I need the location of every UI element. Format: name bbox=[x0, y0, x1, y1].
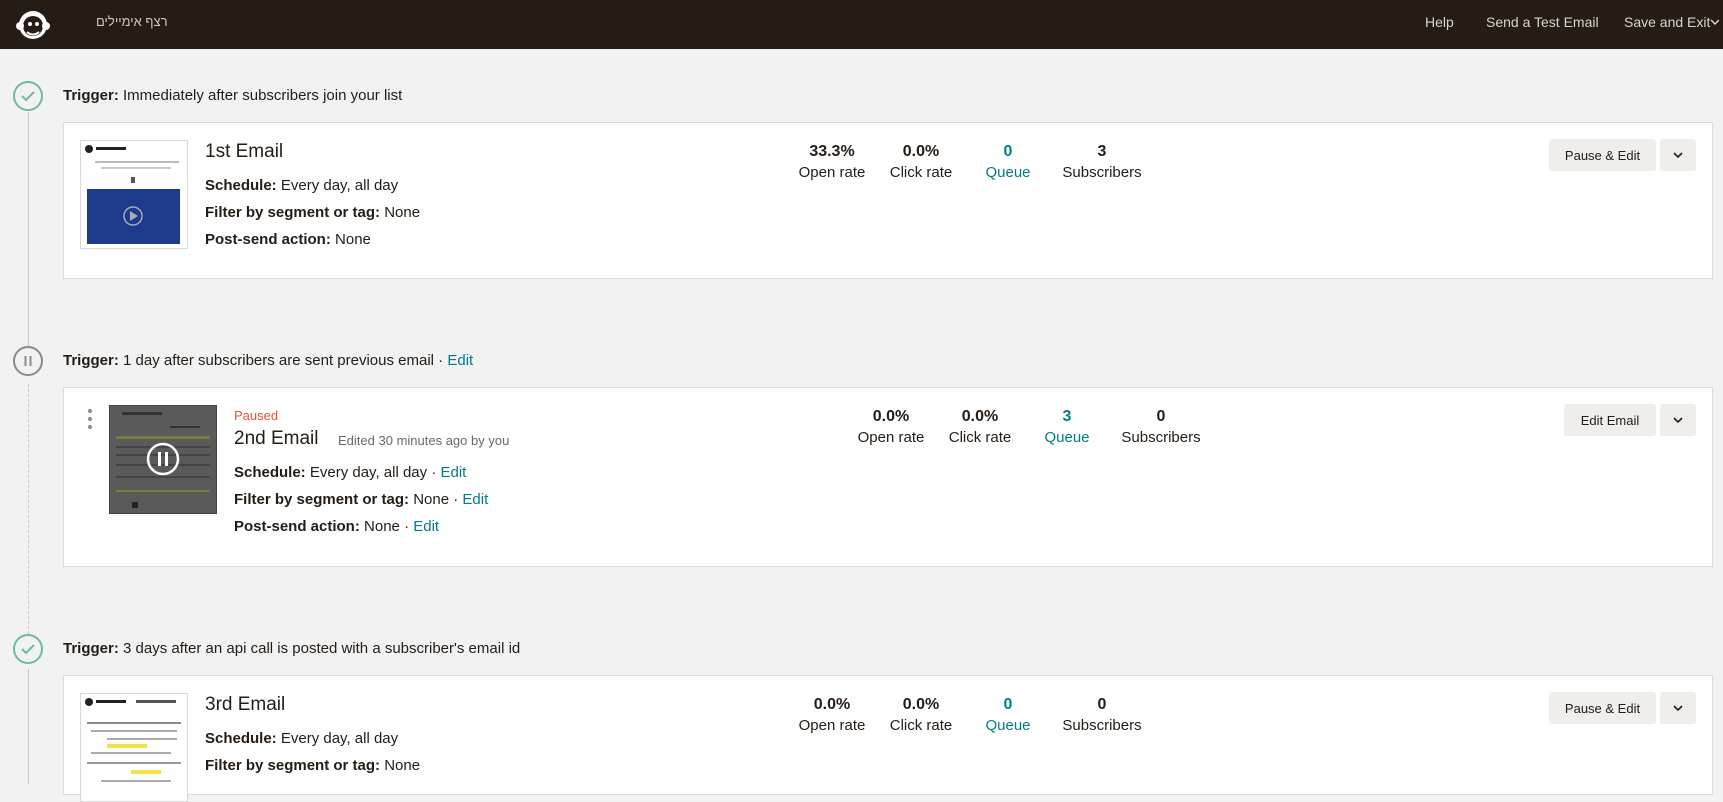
drag-handle-icon[interactable] bbox=[87, 408, 93, 432]
email-card-2: Paused 2nd Email Edited 30 minutes ago b… bbox=[63, 387, 1713, 567]
edited-time: 30 minutes ago bbox=[378, 433, 468, 448]
trigger-label: Trigger: bbox=[63, 87, 119, 104]
pause-edit-button[interactable]: Pause & Edit bbox=[1549, 139, 1656, 171]
trigger-1: Trigger: Immediately after subscribers j… bbox=[63, 87, 402, 104]
save-and-exit-link[interactable]: Save and Exit bbox=[1624, 14, 1710, 30]
post-send-value: None bbox=[364, 518, 400, 535]
stat-value: 0 bbox=[1097, 696, 1107, 713]
actions-dropdown-button[interactable] bbox=[1660, 404, 1696, 436]
edit-schedule-link[interactable]: Edit bbox=[440, 464, 466, 481]
edited-suffix: by you bbox=[471, 433, 510, 448]
schedule-label: Schedule: bbox=[234, 464, 306, 481]
filter-row: Filter by segment or tag: None · Edit bbox=[234, 491, 488, 508]
stat-subscribers: 0 Subscribers bbox=[1042, 696, 1162, 734]
filter-label: Filter by segment or tag: bbox=[205, 757, 381, 774]
check-circle-icon bbox=[13, 634, 43, 664]
email-thumbnail[interactable] bbox=[80, 693, 188, 802]
post-send-label: Post-send action: bbox=[205, 231, 331, 248]
filter-label: Filter by segment or tag: bbox=[205, 204, 381, 221]
email-title[interactable]: 2nd Email bbox=[234, 428, 319, 450]
filter-value: None bbox=[413, 491, 450, 508]
email-thumbnail[interactable] bbox=[109, 405, 217, 514]
check-circle-icon bbox=[13, 81, 43, 111]
timeline-line-dashed bbox=[28, 384, 29, 639]
pause-circle-icon bbox=[13, 346, 43, 376]
separator: · bbox=[438, 352, 444, 369]
schedule-row: Schedule: Every day, all day bbox=[205, 177, 398, 194]
email-thumbnail[interactable] bbox=[80, 140, 188, 249]
schedule-row: Schedule: Every day, all day bbox=[205, 730, 398, 747]
stat-label: Subscribers bbox=[1062, 717, 1142, 734]
trigger-description: 1 day after subscribers are sent previou… bbox=[123, 352, 434, 369]
trigger-2: Trigger: 1 day after subscribers are sen… bbox=[63, 352, 473, 369]
schedule-label: Schedule: bbox=[205, 177, 277, 194]
trigger-3: Trigger: 3 days after an api call is pos… bbox=[63, 640, 520, 657]
timeline-line bbox=[28, 112, 29, 346]
filter-value: None bbox=[384, 757, 421, 774]
timeline-line bbox=[28, 669, 29, 784]
filter-row: Filter by segment or tag: None bbox=[205, 757, 420, 774]
email-card-1: 1st Email Schedule: Every day, all day F… bbox=[63, 122, 1713, 279]
schedule-value: Every day, all day bbox=[309, 464, 428, 481]
post-send-row: Post-send action: None bbox=[205, 231, 371, 248]
help-link[interactable]: Help bbox=[1425, 14, 1454, 30]
stat-subscribers: 0 Subscribers bbox=[1101, 408, 1221, 446]
edited-prefix: Edited bbox=[338, 433, 375, 448]
schedule-value: Every day, all day bbox=[280, 730, 399, 747]
stat-value: 0 bbox=[1156, 408, 1166, 425]
trigger-label: Trigger: bbox=[63, 352, 119, 369]
separator: · bbox=[453, 491, 459, 508]
post-send-label: Post-send action: bbox=[234, 518, 360, 535]
filter-label: Filter by segment or tag: bbox=[234, 491, 410, 508]
post-send-value: None bbox=[335, 231, 371, 248]
pause-edit-button[interactable]: Pause & Edit bbox=[1549, 692, 1656, 724]
trigger-label: Trigger: bbox=[63, 640, 119, 657]
schedule-row: Schedule: Every day, all day · Edit bbox=[234, 464, 466, 481]
trigger-description: 3 days after an api call is posted with … bbox=[123, 640, 521, 657]
edit-email-button[interactable]: Edit Email bbox=[1564, 404, 1656, 436]
campaign-name[interactable]: רצף אימיילים bbox=[96, 14, 168, 29]
chevron-down-icon bbox=[1673, 417, 1683, 424]
edit-trigger-link[interactable]: Edit bbox=[447, 352, 473, 369]
separator: · bbox=[404, 518, 410, 535]
filter-row: Filter by segment or tag: None bbox=[205, 204, 420, 221]
separator: · bbox=[431, 464, 437, 481]
chevron-down-icon[interactable] bbox=[1711, 18, 1719, 26]
actions-dropdown-button[interactable] bbox=[1660, 692, 1696, 724]
status-badge: Paused bbox=[234, 408, 279, 423]
send-test-email-link[interactable]: Send a Test Email bbox=[1486, 14, 1599, 30]
filter-value: None bbox=[384, 204, 421, 221]
schedule-label: Schedule: bbox=[205, 730, 277, 747]
stat-label: Subscribers bbox=[1121, 429, 1201, 446]
edited-note: Edited 30 minutes ago by you bbox=[338, 433, 509, 448]
stat-subscribers: 3 Subscribers bbox=[1042, 143, 1162, 181]
post-send-row: Post-send action: None · Edit bbox=[234, 518, 439, 535]
top-bar: רצף אימיילים Help Send a Test Email Save… bbox=[0, 0, 1723, 49]
chevron-down-icon bbox=[1673, 705, 1683, 712]
email-card-3: 3rd Email Schedule: Every day, all day F… bbox=[63, 675, 1713, 802]
edit-filter-link[interactable]: Edit bbox=[462, 491, 488, 508]
stat-value: 3 bbox=[1097, 143, 1107, 160]
mailchimp-logo-icon[interactable] bbox=[14, 4, 52, 44]
email-title[interactable]: 1st Email bbox=[205, 141, 283, 163]
actions-dropdown-button[interactable] bbox=[1660, 139, 1696, 171]
edit-post-send-link[interactable]: Edit bbox=[413, 518, 439, 535]
trigger-description: Immediately after subscribers join your … bbox=[123, 87, 403, 104]
chevron-down-icon bbox=[1673, 152, 1683, 159]
email-title[interactable]: 3rd Email bbox=[205, 694, 285, 716]
schedule-value: Every day, all day bbox=[280, 177, 399, 194]
stat-label: Subscribers bbox=[1062, 164, 1142, 181]
